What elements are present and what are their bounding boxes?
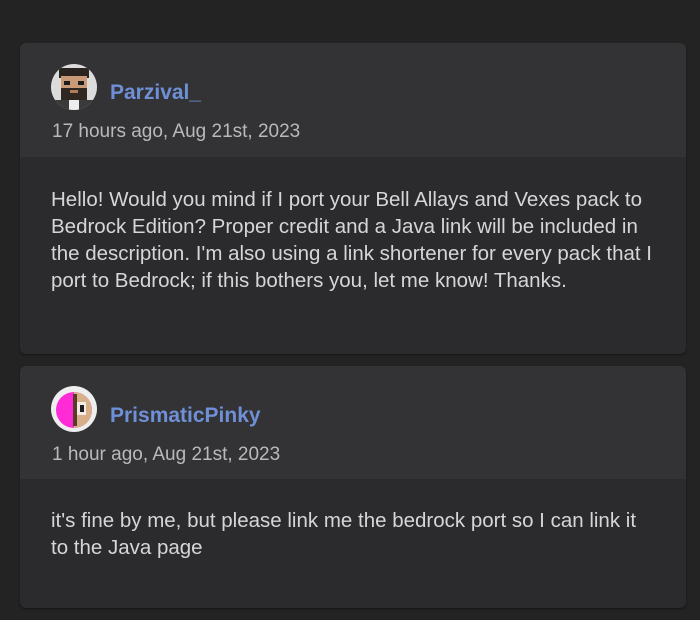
comment-card: Parzival_ 17 hours ago, Aug 21st, 2023 H… xyxy=(20,43,686,354)
pixel-bearded-man-avatar-icon xyxy=(51,64,97,110)
comment-header: Parzival_ 17 hours ago, Aug 21st, 2023 xyxy=(20,43,686,157)
comment-timestamp: 17 hours ago, Aug 21st, 2023 xyxy=(52,121,301,142)
pink-character-avatar-icon xyxy=(51,386,97,432)
comment-body: it's fine by me, but please link me the … xyxy=(20,479,686,561)
comment-timestamp: 1 hour ago, Aug 21st, 2023 xyxy=(52,444,281,465)
author-link[interactable]: PrismaticPinky xyxy=(110,404,261,428)
author-link[interactable]: Parzival_ xyxy=(110,81,201,105)
comment-card: PrismaticPinky 1 hour ago, Aug 21st, 202… xyxy=(20,366,686,608)
avatar[interactable] xyxy=(51,386,97,432)
comment-header: PrismaticPinky 1 hour ago, Aug 21st, 202… xyxy=(20,366,686,479)
avatar[interactable] xyxy=(51,64,97,110)
comments-page: Parzival_ 17 hours ago, Aug 21st, 2023 H… xyxy=(0,0,700,620)
comment-body: Hello! Would you mind if I port your Bel… xyxy=(20,157,686,294)
